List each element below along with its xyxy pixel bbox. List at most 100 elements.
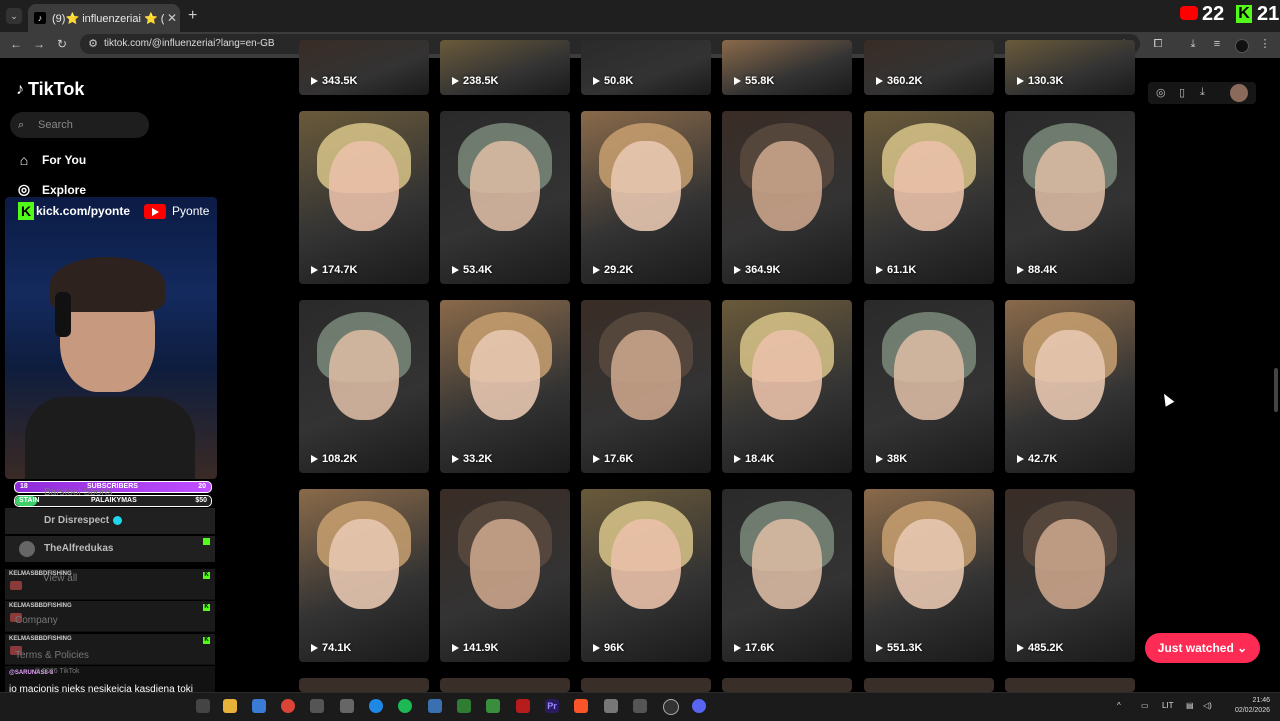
video-card[interactable] xyxy=(581,678,711,692)
thumbnail-face xyxy=(611,519,681,609)
discord-icon[interactable] xyxy=(692,699,706,713)
profile-avatar[interactable] xyxy=(1230,84,1248,102)
view-count: 55.8K xyxy=(734,75,774,87)
premiere-icon[interactable]: Pr xyxy=(545,699,559,713)
app-icon[interactable] xyxy=(516,699,530,713)
video-card[interactable]: 174.7K xyxy=(299,111,429,284)
view-all-link[interactable]: View all xyxy=(43,573,77,584)
app-icon[interactable] xyxy=(604,699,618,713)
tray-chevron-icon[interactable]: ^ xyxy=(1117,701,1121,710)
following-item[interactable]: TheAlfredukas xyxy=(5,536,215,562)
nav-explore[interactable]: ◎ Explore xyxy=(16,181,86,198)
video-card[interactable]: 42.7K xyxy=(1005,300,1135,473)
settings-icon[interactable]: ◎ xyxy=(1156,86,1166,99)
extensions-icon[interactable]: ⧠ xyxy=(1152,38,1164,50)
video-card[interactable]: 29.2K xyxy=(581,111,711,284)
video-card[interactable]: 130.3K xyxy=(1005,40,1135,95)
clock[interactable]: 21:46 02/02/2026 xyxy=(1226,696,1270,716)
new-tab-button[interactable]: + xyxy=(188,7,197,25)
just-watched-button[interactable]: Just watched ⌄ xyxy=(1145,633,1260,663)
video-card[interactable]: 53.4K xyxy=(440,111,570,284)
video-card[interactable]: 108.2K xyxy=(299,300,429,473)
app-icon[interactable] xyxy=(633,699,647,713)
tab-search-icon[interactable]: ⌄ xyxy=(6,8,22,24)
video-card[interactable]: 96K xyxy=(581,489,711,662)
chat-message: KELMASBBDFISHING K Company xyxy=(5,601,215,632)
tiktok-logo[interactable]: ♪ TikTok xyxy=(16,79,84,100)
video-card[interactable]: 551.3K xyxy=(864,489,994,662)
menu-kebab-icon[interactable]: ⋮ xyxy=(1259,38,1271,50)
download-icon[interactable]: ⤓ xyxy=(1200,86,1205,99)
video-card[interactable]: 485.2K xyxy=(1005,489,1135,662)
brave-icon[interactable] xyxy=(574,699,588,713)
obs-icon[interactable] xyxy=(663,699,679,715)
video-card[interactable] xyxy=(722,678,852,692)
chrome-icon[interactable] xyxy=(281,699,295,713)
nav-for-you[interactable]: ⌂ For You xyxy=(16,152,86,168)
scrollbar[interactable] xyxy=(1274,368,1278,412)
view-count: 141.9K xyxy=(452,642,498,654)
terms-policies-link[interactable]: Terms & Policies xyxy=(15,650,89,661)
following-item[interactable]: Dr Disrespect xyxy=(5,508,215,534)
store-icon[interactable] xyxy=(252,699,266,713)
view-count: 38K xyxy=(876,453,907,465)
back-icon[interactable]: ← xyxy=(10,37,22,51)
play-icon xyxy=(876,266,883,274)
video-card[interactable]: 238.5K xyxy=(440,40,570,95)
profile-avatar[interactable] xyxy=(1235,39,1249,53)
video-card[interactable]: 360.2K xyxy=(864,40,994,95)
app-icon[interactable] xyxy=(457,699,471,713)
video-card[interactable] xyxy=(1005,678,1135,692)
video-card[interactable]: 17.6K xyxy=(722,489,852,662)
view-count: 551.3K xyxy=(876,642,922,654)
video-card[interactable]: 364.9K xyxy=(722,111,852,284)
company-link[interactable]: Company xyxy=(15,615,58,626)
search-input[interactable]: ⌕ Search xyxy=(10,112,149,138)
close-tab-icon[interactable]: ✕ xyxy=(164,11,180,25)
play-icon xyxy=(311,644,318,652)
video-card[interactable]: 50.8K xyxy=(581,40,711,95)
video-card[interactable]: 141.9K xyxy=(440,489,570,662)
view-count: 17.6K xyxy=(593,453,633,465)
video-card[interactable]: 33.2K xyxy=(440,300,570,473)
kick-chat-icon: K xyxy=(203,604,210,611)
view-count-text: 61.1K xyxy=(887,264,917,276)
video-card[interactable]: 88.4K xyxy=(1005,111,1135,284)
task-view-icon[interactable] xyxy=(196,699,210,713)
forward-icon[interactable]: → xyxy=(33,37,45,51)
chat-username: KELMASBBDFISHING xyxy=(9,636,72,642)
app-icon[interactable] xyxy=(310,699,324,713)
video-card[interactable] xyxy=(440,678,570,692)
tray-app-icon[interactable]: ▭ xyxy=(1141,701,1149,710)
downloads-icon[interactable]: ⤓ xyxy=(1187,38,1199,50)
app-icon[interactable] xyxy=(486,699,500,713)
spotify-icon[interactable] xyxy=(398,699,412,713)
app-icon[interactable] xyxy=(340,699,354,713)
clock-time: 21:46 xyxy=(1252,697,1270,704)
edge-icon[interactable] xyxy=(369,699,383,713)
subs-current: 18 xyxy=(20,483,28,490)
video-card[interactable]: 61.1K xyxy=(864,111,994,284)
video-card[interactable]: 38K xyxy=(864,300,994,473)
language-indicator[interactable]: LIT xyxy=(1162,701,1174,710)
photos-icon[interactable] xyxy=(428,699,442,713)
video-card[interactable]: 17.6K xyxy=(581,300,711,473)
file-explorer-icon[interactable] xyxy=(223,699,237,713)
volume-icon[interactable]: ◁) xyxy=(1203,701,1212,710)
site-info-icon[interactable]: ⚙ xyxy=(87,38,99,50)
browser-tab[interactable]: ♪ (9)⭐ influenzeriai ⭐ (@influe ✕ xyxy=(28,4,180,32)
media-control-icon[interactable]: ≡ xyxy=(1211,38,1223,50)
video-card[interactable] xyxy=(864,678,994,692)
video-card[interactable]: 55.8K xyxy=(722,40,852,95)
play-icon xyxy=(876,77,883,85)
play-icon xyxy=(593,644,600,652)
video-card[interactable] xyxy=(299,678,429,692)
device-icon[interactable]: ▯ xyxy=(1179,86,1185,99)
youtube-handle: Pyonte xyxy=(172,204,210,218)
video-card[interactable]: 18.4K xyxy=(722,300,852,473)
video-card[interactable]: 74.1K xyxy=(299,489,429,662)
network-icon[interactable]: ▤ xyxy=(1186,701,1194,710)
thumbnail-face xyxy=(1035,330,1105,420)
video-card[interactable]: 343.5K xyxy=(299,40,429,95)
reload-icon[interactable]: ↻ xyxy=(57,37,67,51)
